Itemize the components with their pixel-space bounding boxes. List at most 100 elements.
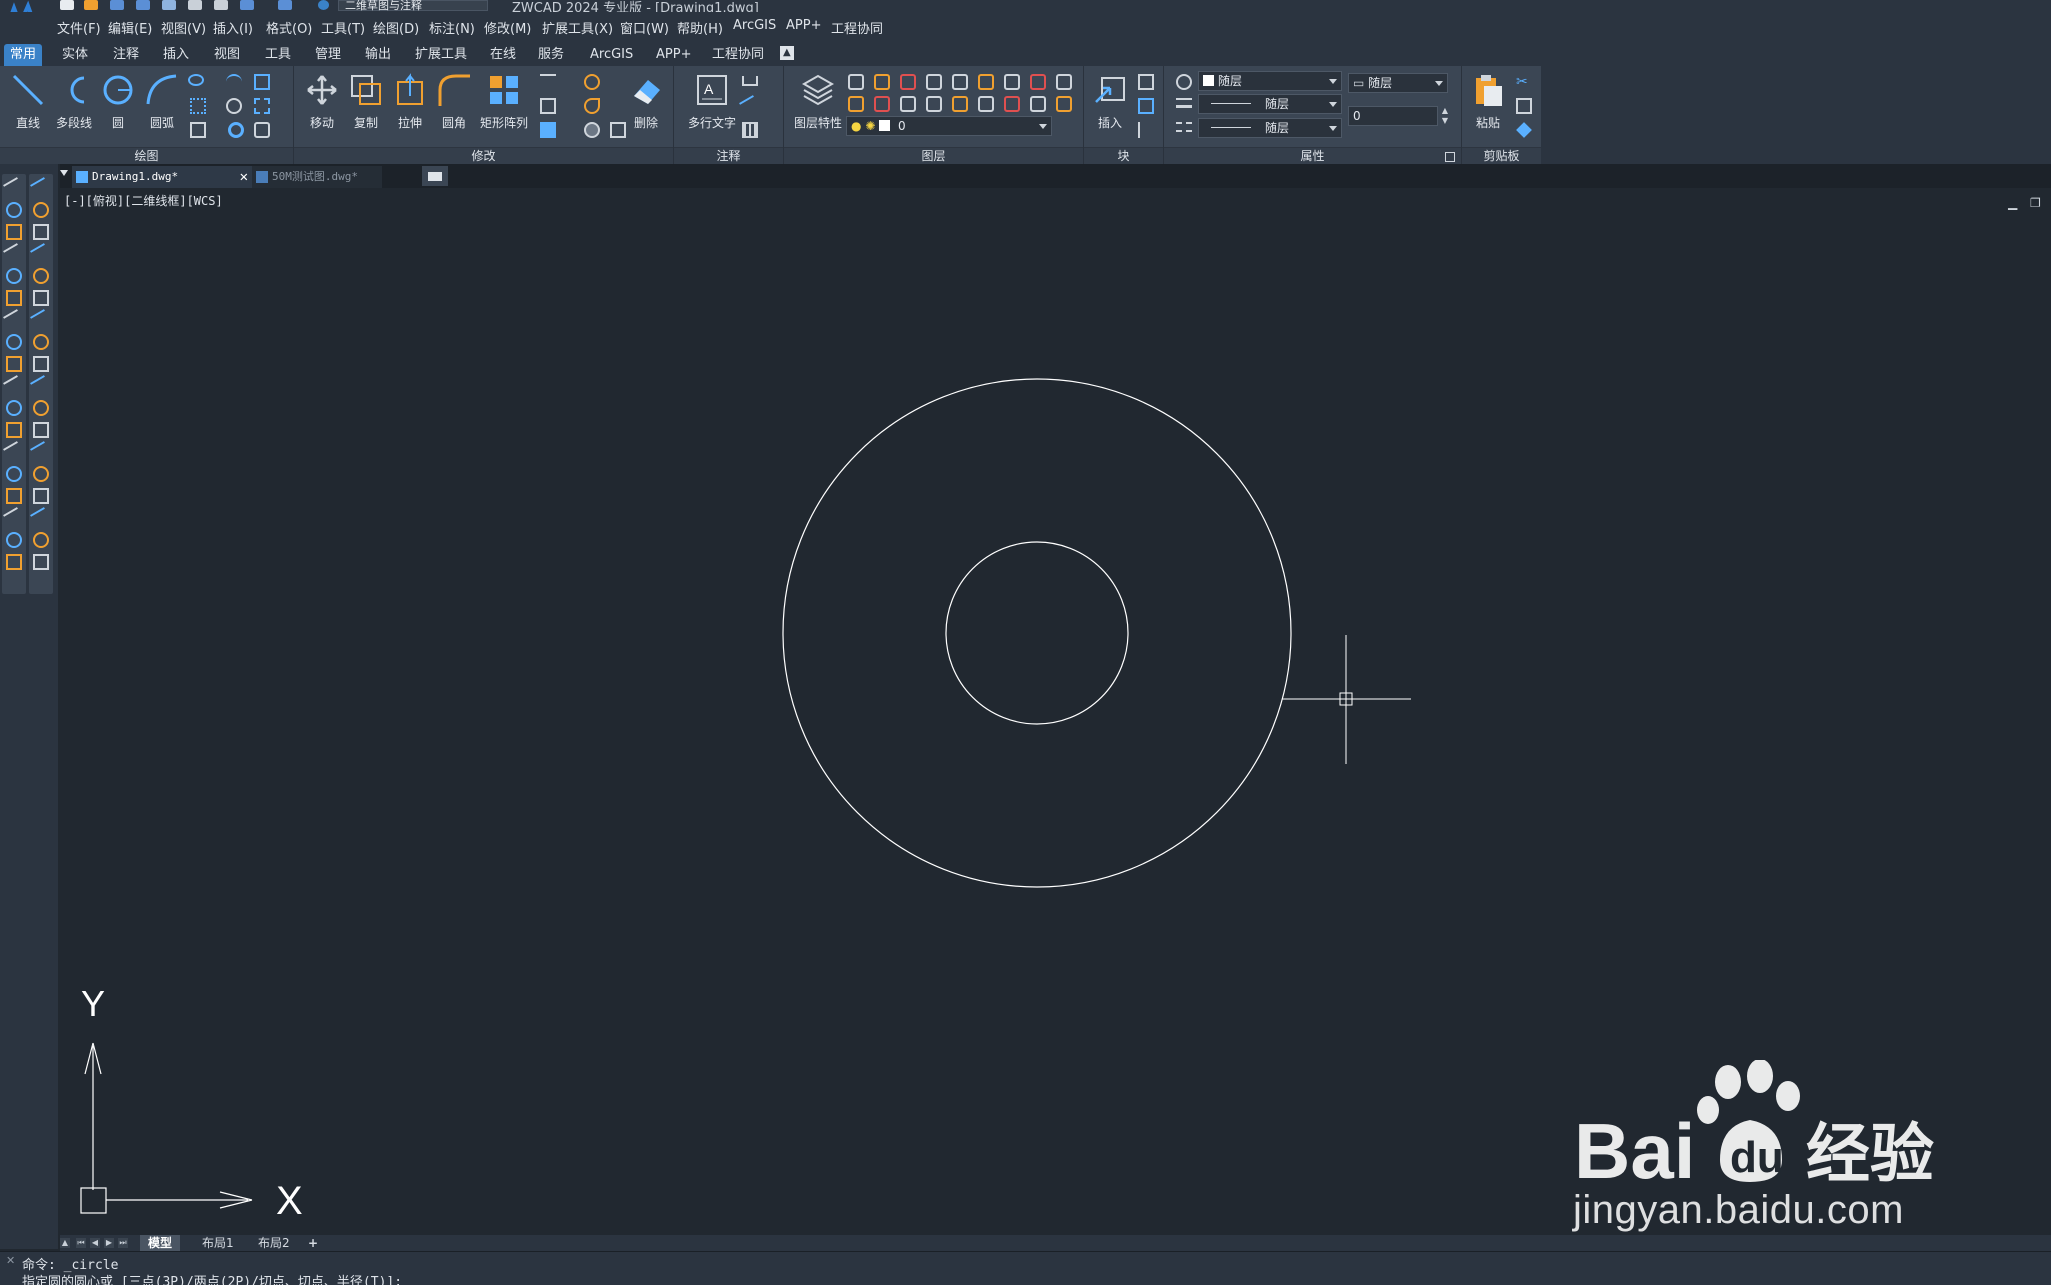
doc-tab-50m-test[interactable]: 50M测试图.dwg* bbox=[252, 166, 382, 188]
mtext-button[interactable]: A 多行文字 bbox=[682, 70, 742, 140]
draw-tool-icon[interactable] bbox=[3, 177, 25, 199]
wipeout-icon[interactable] bbox=[254, 122, 270, 138]
layer-tool-icon[interactable] bbox=[978, 96, 994, 112]
rectangle-icon[interactable] bbox=[190, 122, 206, 138]
edit-block-icon[interactable] bbox=[1138, 98, 1154, 114]
menu-item-8[interactable]: 修改(M) bbox=[484, 18, 531, 37]
ribbon-tab-2[interactable]: 注释 bbox=[107, 44, 145, 66]
erase-button[interactable]: 删除 bbox=[624, 70, 668, 140]
menu-item-14[interactable]: 工程协同 bbox=[831, 18, 883, 37]
match-properties-icon[interactable] bbox=[1176, 74, 1192, 90]
explode-icon[interactable] bbox=[540, 122, 556, 138]
menu-item-12[interactable]: ArcGIS bbox=[733, 18, 776, 33]
layer-tool-icon[interactable] bbox=[1004, 96, 1020, 112]
redo-icon[interactable] bbox=[278, 0, 292, 10]
first-layout-icon[interactable]: ⏮ bbox=[76, 1238, 86, 1248]
rotate-icon[interactable] bbox=[584, 98, 600, 114]
ribbon-tab-13[interactable]: 工程协同 bbox=[706, 44, 770, 66]
ribbon-collapse-icon[interactable]: ▲ bbox=[780, 46, 794, 60]
menu-item-10[interactable]: 窗口(W) bbox=[620, 18, 669, 37]
draw-tool-icon[interactable] bbox=[6, 290, 22, 306]
ribbon-tab-10[interactable]: 服务 bbox=[532, 44, 570, 66]
point-icon[interactable] bbox=[190, 98, 206, 114]
move-button[interactable]: 移动 bbox=[300, 70, 344, 140]
modify-tool-icon[interactable] bbox=[33, 290, 49, 306]
plot-icon[interactable] bbox=[188, 0, 202, 10]
draw-tool-icon[interactable] bbox=[6, 268, 22, 284]
ribbon-tab-5[interactable]: 工具 bbox=[259, 44, 297, 66]
draw-tool-icon[interactable] bbox=[3, 243, 25, 265]
copy-clip-icon[interactable] bbox=[1516, 98, 1532, 114]
layer-tool-icon[interactable] bbox=[978, 74, 994, 90]
ribbon-tab-7[interactable]: 输出 bbox=[359, 44, 397, 66]
next-layout-icon[interactable]: ▶ bbox=[104, 1238, 114, 1248]
menu-item-11[interactable]: 帮助(H) bbox=[677, 18, 723, 37]
inner-circle[interactable] bbox=[945, 541, 1129, 725]
attribute-icon[interactable] bbox=[1138, 122, 1154, 138]
create-block-icon[interactable] bbox=[1138, 74, 1154, 90]
workspace-select[interactable]: 二维草图与注释 bbox=[338, 0, 488, 11]
transparency-input[interactable]: 0 bbox=[1348, 106, 1438, 126]
layer-properties-button[interactable]: 图层特性 bbox=[790, 70, 846, 140]
menu-item-4[interactable]: 格式(O) bbox=[266, 18, 312, 37]
spline-icon[interactable] bbox=[226, 74, 242, 90]
draw-tool-icon[interactable] bbox=[3, 309, 25, 331]
modify-tool-icon[interactable] bbox=[30, 243, 52, 265]
lineweight-select[interactable]: 随层 bbox=[1198, 118, 1342, 138]
add-layout-button[interactable]: + bbox=[300, 1235, 326, 1251]
layer-tool-icon[interactable] bbox=[874, 96, 890, 112]
modify-tool-icon[interactable] bbox=[30, 441, 52, 463]
last-layout-icon[interactable]: ⏭ bbox=[118, 1238, 128, 1248]
menu-item-6[interactable]: 绘图(D) bbox=[373, 18, 419, 37]
modify-tool-icon[interactable] bbox=[30, 375, 52, 397]
modify-tool-icon[interactable] bbox=[33, 202, 49, 218]
menu-item-2[interactable]: 视图(V) bbox=[161, 18, 206, 37]
layer-tool-icon[interactable] bbox=[1004, 74, 1020, 90]
prev-layout-icon[interactable]: ◀ bbox=[90, 1238, 100, 1248]
new-tab-folder-icon[interactable] bbox=[422, 166, 448, 186]
modify-tool-icon[interactable] bbox=[30, 507, 52, 529]
ribbon-tab-11[interactable]: ArcGIS bbox=[584, 44, 639, 66]
modify-tool-icon[interactable] bbox=[30, 309, 52, 331]
draw-tool-icon[interactable] bbox=[6, 532, 22, 548]
ribbon-tab-4[interactable]: 视图 bbox=[208, 44, 246, 66]
transparency-stepper-icon[interactable]: ▲ ▼ bbox=[1439, 106, 1451, 126]
table-icon[interactable] bbox=[742, 122, 758, 138]
color-select[interactable]: 随层 bbox=[1198, 71, 1342, 91]
menu-item-3[interactable]: 插入(I) bbox=[213, 18, 253, 37]
menu-item-1[interactable]: 编辑(E) bbox=[108, 18, 152, 37]
plotstyle-select[interactable]: ▭ 随层 bbox=[1348, 73, 1448, 93]
properties-launcher-icon[interactable] bbox=[1445, 152, 1455, 162]
ellipse-icon[interactable] bbox=[188, 74, 204, 86]
layer-tool-icon[interactable] bbox=[952, 96, 968, 112]
print-icon[interactable] bbox=[162, 0, 176, 10]
modify-tool-icon[interactable] bbox=[33, 422, 49, 438]
insert-block-button[interactable]: 插入 bbox=[1088, 70, 1132, 140]
draw-tool-icon[interactable] bbox=[6, 422, 22, 438]
save-as-icon[interactable] bbox=[136, 0, 150, 10]
draw-tool-icon[interactable] bbox=[6, 466, 22, 482]
draw-tool-icon[interactable] bbox=[6, 400, 22, 416]
ribbon-tab-12[interactable]: APP+ bbox=[650, 44, 697, 66]
lineweight-icon[interactable] bbox=[1176, 98, 1192, 108]
doc-tab-drawing1[interactable]: Drawing1.dwg* ✕ bbox=[72, 166, 252, 188]
draw-tool-icon[interactable] bbox=[6, 224, 22, 240]
line-button[interactable]: 直线 bbox=[6, 70, 50, 140]
menu-item-5[interactable]: 工具(T) bbox=[321, 18, 365, 37]
workspace-icon[interactable] bbox=[318, 0, 329, 10]
match-brush-icon[interactable] bbox=[1516, 122, 1532, 138]
layer-tool-icon[interactable] bbox=[926, 96, 942, 112]
arc-button[interactable]: 圆弧 bbox=[140, 70, 184, 140]
command-close-icon[interactable]: ✕ bbox=[6, 1254, 15, 1267]
modify-tool-icon[interactable] bbox=[33, 532, 49, 548]
layer-tool-icon[interactable] bbox=[874, 74, 890, 90]
menu-item-13[interactable]: APP+ bbox=[786, 18, 821, 33]
stretch-button[interactable]: 拉伸 bbox=[388, 70, 432, 140]
array-button[interactable]: 矩形阵列 bbox=[476, 70, 532, 140]
modify-tool-icon[interactable] bbox=[33, 488, 49, 504]
outer-circle[interactable] bbox=[782, 378, 1292, 888]
polyline-button[interactable]: 多段线 bbox=[52, 70, 96, 140]
new-file-icon[interactable] bbox=[60, 0, 74, 10]
close-icon[interactable]: ✕ bbox=[240, 166, 248, 188]
donut-icon[interactable] bbox=[228, 122, 244, 138]
